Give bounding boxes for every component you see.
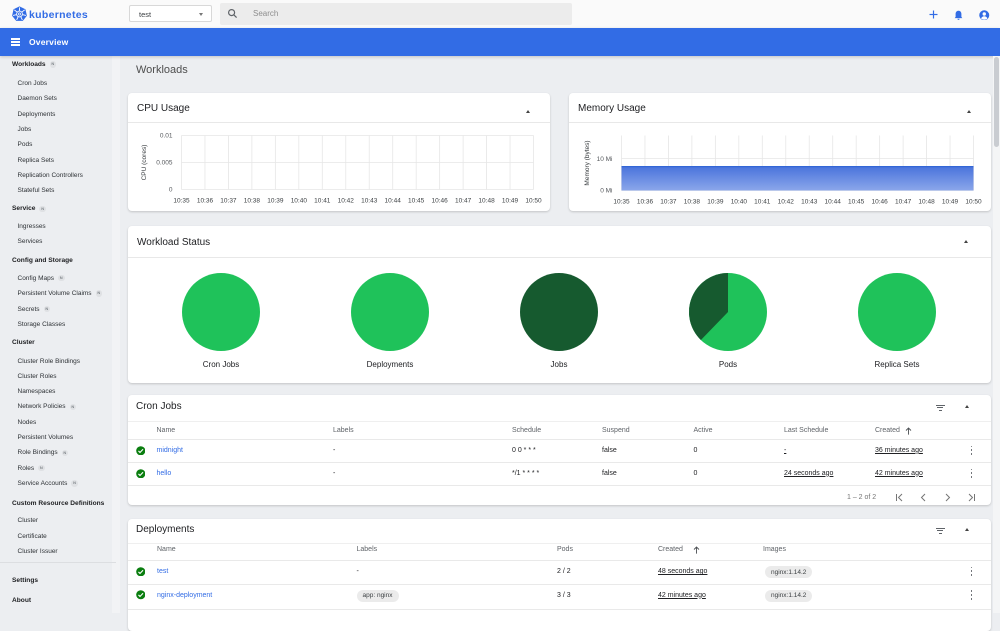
svg-text:10:50: 10:50 bbox=[525, 198, 542, 205]
svg-text:10:38: 10:38 bbox=[684, 199, 701, 206]
svg-text:10:40: 10:40 bbox=[731, 199, 748, 206]
svg-text:10:37: 10:37 bbox=[220, 198, 237, 205]
svg-text:0.005: 0.005 bbox=[156, 160, 173, 167]
svg-text:10:41: 10:41 bbox=[314, 198, 331, 205]
svg-text:10:35: 10:35 bbox=[613, 199, 630, 206]
svg-text:10:49: 10:49 bbox=[502, 198, 519, 205]
svg-text:10 Mi: 10 Mi bbox=[597, 156, 613, 163]
svg-text:10:44: 10:44 bbox=[385, 198, 402, 205]
svg-text:10:47: 10:47 bbox=[895, 199, 912, 206]
svg-text:10:41: 10:41 bbox=[754, 199, 771, 206]
svg-text:10:42: 10:42 bbox=[338, 198, 355, 205]
svg-text:10:42: 10:42 bbox=[778, 199, 795, 206]
svg-text:10:49: 10:49 bbox=[942, 199, 959, 206]
svg-text:10:45: 10:45 bbox=[848, 199, 865, 206]
svg-text:Memory (bytes): Memory (bytes) bbox=[584, 140, 591, 185]
svg-text:10:46: 10:46 bbox=[871, 199, 888, 206]
svg-text:10:45: 10:45 bbox=[408, 198, 425, 205]
svg-text:10:39: 10:39 bbox=[707, 199, 724, 206]
svg-text:10:38: 10:38 bbox=[244, 198, 261, 205]
svg-text:10:43: 10:43 bbox=[361, 198, 378, 205]
svg-text:0: 0 bbox=[169, 187, 173, 194]
svg-text:10:44: 10:44 bbox=[825, 199, 842, 206]
svg-text:10:39: 10:39 bbox=[267, 198, 284, 205]
svg-text:10:40: 10:40 bbox=[291, 198, 308, 205]
svg-text:0 Mi: 0 Mi bbox=[600, 188, 612, 195]
svg-text:10:50: 10:50 bbox=[965, 199, 982, 206]
svg-text:0.01: 0.01 bbox=[160, 133, 173, 140]
svg-text:10:36: 10:36 bbox=[637, 199, 654, 206]
svg-text:10:36: 10:36 bbox=[197, 198, 214, 205]
svg-text:10:37: 10:37 bbox=[660, 199, 677, 206]
svg-text:10:43: 10:43 bbox=[801, 199, 818, 206]
svg-text:10:47: 10:47 bbox=[455, 198, 472, 205]
svg-text:10:35: 10:35 bbox=[173, 198, 190, 205]
svg-text:10:48: 10:48 bbox=[478, 198, 495, 205]
svg-text:10:46: 10:46 bbox=[431, 198, 448, 205]
svg-text:CPU (cores): CPU (cores) bbox=[141, 145, 148, 181]
svg-text:10:48: 10:48 bbox=[918, 199, 935, 206]
